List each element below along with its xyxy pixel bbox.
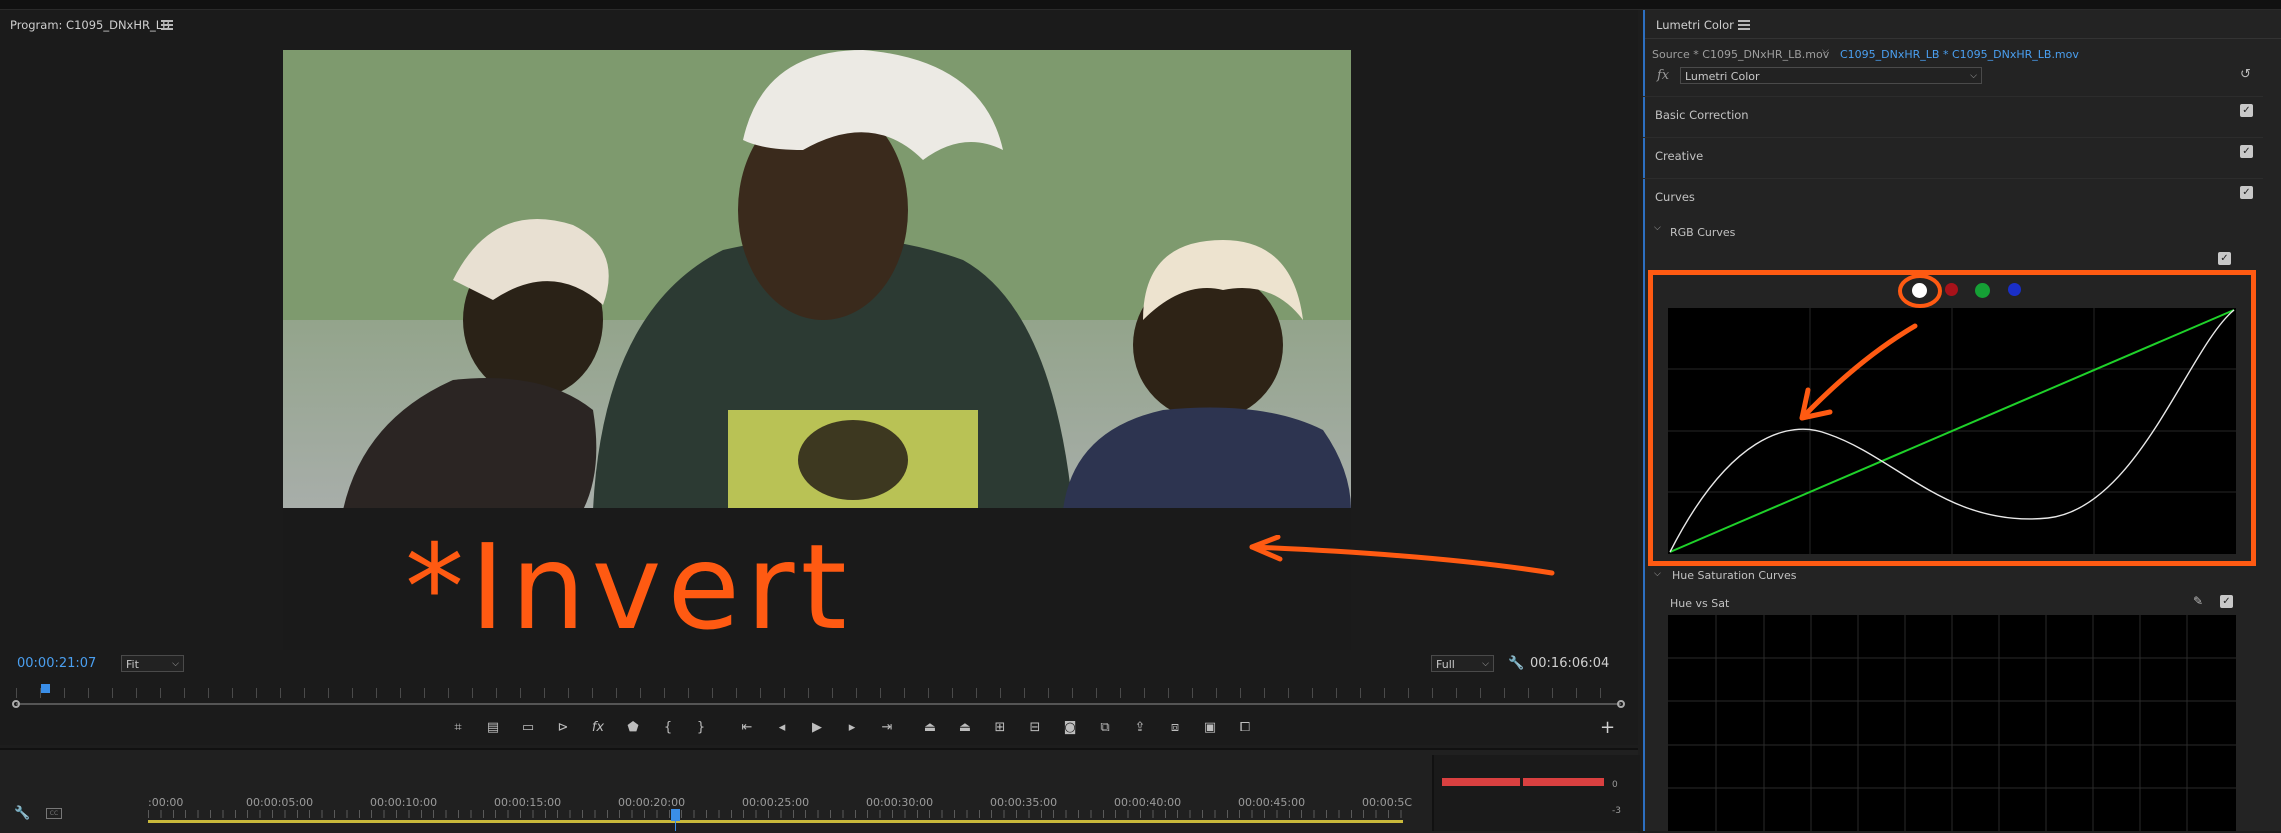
- section-label: Basic Correction: [1655, 108, 1749, 122]
- playback-resolution-value: Full: [1436, 658, 1455, 671]
- source-chevron-icon[interactable]: ⌵: [1822, 46, 1829, 56]
- chevron-down-icon: ⌵: [1970, 71, 1977, 81]
- hue-sat-chevron-icon[interactable]: ⌵: [1654, 569, 1661, 579]
- scrub-bar[interactable]: [16, 703, 1621, 705]
- source-label[interactable]: Source * C1095_DNxHR_LB.mov: [1652, 48, 1829, 61]
- eyedropper-icon[interactable]: ✎: [2193, 594, 2203, 608]
- work-area-bar[interactable]: [148, 820, 1403, 823]
- extract-icon[interactable]: ⏏: [954, 717, 976, 739]
- overwrite-icon[interactable]: ⊟: [1024, 717, 1046, 739]
- lumetri-title[interactable]: Lumetri Color: [1656, 18, 1734, 32]
- go-to-in-icon[interactable]: ⇤: [736, 717, 758, 739]
- chevron-down-icon: ⌵: [172, 659, 179, 669]
- mark-in-icon[interactable]: {: [657, 717, 679, 739]
- share-icon[interactable]: ⇪: [1129, 717, 1151, 739]
- ruler-label: 00:00:10:00: [370, 796, 438, 809]
- program-monitor-title[interactable]: Program: C1095_DNxHR_LB: [10, 18, 170, 32]
- current-timecode[interactable]: 00:00:21:07: [17, 656, 96, 671]
- hue-vs-sat-title: Hue vs Sat: [1670, 597, 1730, 610]
- multicam-icon[interactable]: ⧈: [1164, 717, 1186, 739]
- ruler-label: 00:00:40:00: [1114, 796, 1182, 809]
- hue-vs-sat-checkbox[interactable]: ✓: [2220, 595, 2233, 608]
- fx-toggle-icon[interactable]: fx: [587, 717, 609, 739]
- rgb-curves-title[interactable]: RGB Curves: [1670, 226, 1735, 239]
- monitor-playhead[interactable]: [41, 684, 50, 693]
- invert-annotation: *Invert: [405, 518, 853, 656]
- mark-out-icon[interactable]: }: [690, 717, 712, 739]
- effect-select[interactable]: Lumetri Color ⌵: [1680, 67, 1982, 84]
- section-basic-correction[interactable]: Basic Correction: [1643, 96, 2263, 131]
- effect-select-value: Lumetri Color: [1685, 70, 1760, 83]
- ruler-label: 00:00:25:00: [742, 796, 810, 809]
- video-people: [343, 50, 1351, 510]
- in-point-handle[interactable]: [12, 700, 20, 708]
- ruler-label: 00:00:15:00: [494, 796, 562, 809]
- vr-video-icon[interactable]: ▣: [1199, 717, 1221, 739]
- chevron-down-icon: ⌵: [1482, 659, 1489, 669]
- ruler-ticks: [148, 810, 1403, 818]
- ruler-label: :00:00: [148, 796, 184, 809]
- ruler-label: 00:00:5C: [1362, 796, 1413, 809]
- zoom-level-value: Fit: [126, 658, 139, 671]
- audio-meter: [1432, 755, 1640, 831]
- rgb-curves-chevron-icon[interactable]: ⌵: [1654, 223, 1661, 233]
- rgb-curves-checkbox[interactable]: ✓: [2218, 252, 2231, 265]
- lift-icon[interactable]: ⏏: [919, 717, 941, 739]
- panel-menu-icon[interactable]: [161, 20, 173, 30]
- comparison-view-icon[interactable]: ▭: [517, 717, 539, 739]
- annotation-arrow: [1249, 535, 1555, 576]
- timeline-playhead[interactable]: [671, 809, 680, 821]
- zoom-level-select[interactable]: Fit ⌵: [121, 655, 184, 672]
- lumetri-menu-icon[interactable]: [1738, 20, 1750, 30]
- meter-left-peak: [1442, 778, 1520, 786]
- ruler-label: 00:00:30:00: [866, 796, 934, 809]
- sequence-clip-link[interactable]: C1095_DNxHR_LB * C1095_DNxHR_LB.mov: [1840, 48, 2079, 61]
- section-label: Curves: [1655, 190, 1695, 204]
- wrench-icon[interactable]: 🔧: [1508, 656, 1524, 671]
- meter-right-peak: [1523, 778, 1604, 786]
- settings-extra-icon[interactable]: ⧠: [1234, 717, 1256, 739]
- curves-checkbox[interactable]: ✓: [2240, 186, 2253, 199]
- captions-icon[interactable]: CC: [46, 808, 62, 819]
- timeline-wrench-icon[interactable]: 🔧: [14, 806, 30, 821]
- playback-resolution-select[interactable]: Full ⌵: [1431, 655, 1494, 672]
- hue-sat-curves-title[interactable]: Hue Saturation Curves: [1672, 569, 1797, 582]
- section-curves[interactable]: Curves: [1643, 178, 2263, 213]
- reset-icon[interactable]: ↺: [2240, 67, 2251, 82]
- step-forward-icon[interactable]: ▸: [841, 717, 863, 739]
- ruler-label: 00:00:05:00: [246, 796, 314, 809]
- curves-highlight-box: [1648, 270, 2256, 566]
- marker-icon[interactable]: ⬟: [622, 717, 644, 739]
- toggle-proxy-icon[interactable]: ⊳: [552, 717, 574, 739]
- add-button-icon[interactable]: +: [1600, 717, 1615, 738]
- export-frame-icon[interactable]: ◙: [1059, 717, 1081, 739]
- basic-correction-checkbox[interactable]: ✓: [2240, 104, 2253, 117]
- ruler-label: 00:00:20:00: [618, 796, 686, 809]
- timeline-playhead-line: [675, 821, 676, 831]
- section-creative[interactable]: Creative: [1643, 137, 2263, 172]
- hue-plot: [1668, 615, 2236, 831]
- fx-badge: fx: [1657, 68, 1670, 83]
- step-back-icon[interactable]: ◂: [771, 717, 793, 739]
- top-strip: [0, 0, 2281, 10]
- duration-timecode: 00:16:06:04: [1530, 656, 1610, 671]
- play-icon[interactable]: ▶: [806, 717, 828, 739]
- meter-label: 0: [1612, 780, 1618, 790]
- section-label: Creative: [1655, 149, 1704, 163]
- meter-label: -3: [1612, 806, 1621, 816]
- button-editor-icon[interactable]: ⧉: [1094, 717, 1116, 739]
- go-to-out-icon[interactable]: ⇥: [876, 717, 898, 739]
- scrub-ticks: [16, 688, 1621, 698]
- ruler-label: 00:00:35:00: [990, 796, 1058, 809]
- ruler-label: 00:00:45:00: [1238, 796, 1306, 809]
- safe-margins-icon[interactable]: ▤: [482, 717, 504, 739]
- add-marker-icon[interactable]: ⌗: [447, 717, 469, 739]
- creative-checkbox[interactable]: ✓: [2240, 145, 2253, 158]
- out-point-handle[interactable]: [1617, 700, 1625, 708]
- insert-icon[interactable]: ⊞: [989, 717, 1011, 739]
